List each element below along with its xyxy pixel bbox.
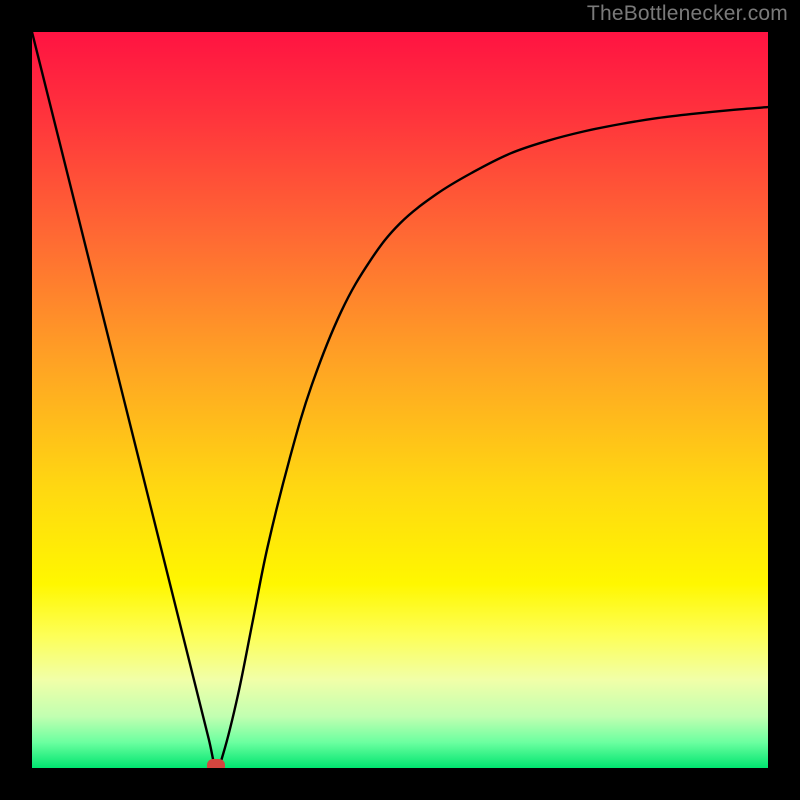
bottleneck-chart xyxy=(32,32,768,768)
plot-area xyxy=(32,32,768,768)
optimal-point-marker xyxy=(207,759,225,768)
gradient-background xyxy=(32,32,768,768)
attribution-text: TheBottlenecker.com xyxy=(587,2,788,26)
chart-frame: TheBottlenecker.com xyxy=(0,0,800,800)
